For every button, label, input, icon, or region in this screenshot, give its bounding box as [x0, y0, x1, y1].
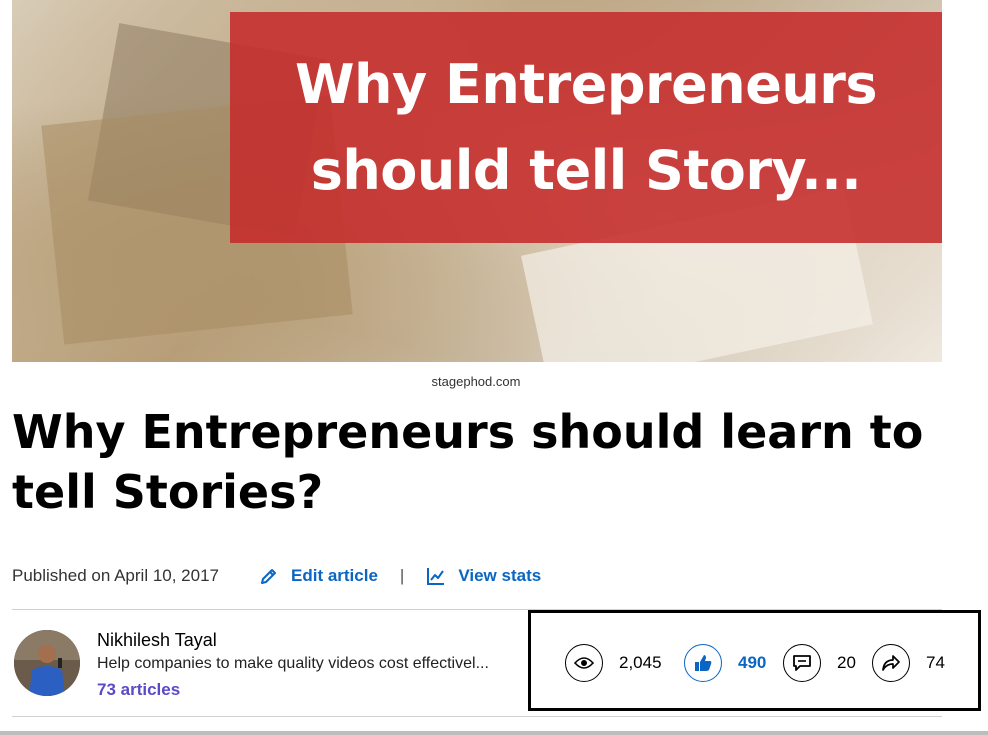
bottom-border [0, 731, 988, 735]
article-title: Why Entrepreneurs should learn to tell S… [12, 405, 924, 519]
likes-count: 490 [738, 653, 767, 672]
like-button[interactable] [684, 644, 722, 682]
pencil-icon [261, 569, 276, 584]
edit-article-link[interactable]: Edit article [259, 566, 378, 586]
comments-stat: 20 [783, 644, 856, 682]
cover-banner: Why Entrepreneurs should tell Story... [230, 12, 942, 243]
comment-button[interactable] [783, 644, 821, 682]
cover-banner-line: should tell Story... [310, 138, 862, 202]
author-headline: Help companies to make quality videos co… [97, 655, 489, 672]
view-stats-label: View stats [458, 566, 542, 585]
share-button[interactable] [872, 644, 910, 682]
views-button[interactable] [565, 644, 603, 682]
published-date: Published on April 10, 2017 [12, 566, 219, 585]
author-name[interactable]: Nikhilesh Tayal [97, 630, 217, 651]
cover-banner-line: Why Entrepreneurs [294, 52, 878, 116]
edit-article-label: Edit article [291, 566, 378, 585]
comment-icon [793, 655, 811, 671]
views-stat: 2,045 [565, 644, 662, 682]
shares-count: 74 [926, 653, 945, 672]
image-caption: stagephod.com [431, 374, 521, 389]
eye-icon [574, 657, 594, 669]
thumbs-up-icon [695, 655, 712, 671]
author-avatar[interactable] [14, 630, 80, 696]
article-meta: Published on April 10, 2017 Edit article… [12, 564, 541, 588]
comments-count: 20 [837, 653, 856, 672]
author-articles-link[interactable]: 73 articles [97, 680, 180, 700]
views-count: 2,045 [619, 653, 662, 672]
author-photo [14, 630, 80, 696]
share-arrow-icon [882, 655, 900, 671]
view-stats-link[interactable]: View stats [426, 566, 541, 586]
line-chart-icon [427, 568, 445, 585]
shares-stat: 74 [872, 644, 945, 682]
meta-separator: | [399, 566, 405, 585]
divider [12, 716, 942, 717]
likes-stat: 490 [684, 644, 766, 682]
engagement-stats: 2,045 490 20 74 [528, 610, 981, 711]
article-cover-image: Why Entrepreneurs should tell Story... [12, 0, 942, 362]
